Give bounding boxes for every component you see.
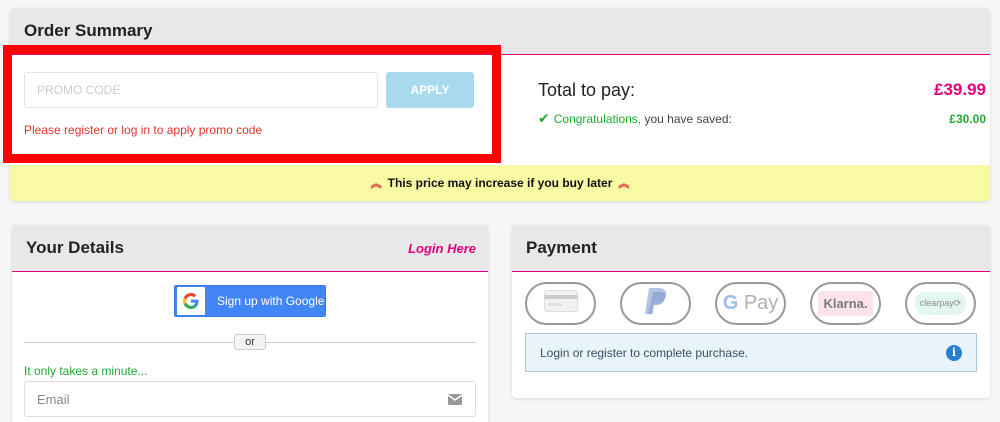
your-details-card: Your Details Login Here Sign up with Goo…	[12, 225, 488, 422]
double-chevron-up-icon: ︽	[618, 178, 630, 190]
envelope-icon	[447, 392, 463, 410]
google-pay-icon: G Pay	[722, 292, 779, 314]
congratulations-text: Congratulations,	[553, 112, 642, 126]
pay-google-pay-option[interactable]: G Pay	[715, 282, 786, 325]
pay-clearpay-option[interactable]: clearpay⟳	[905, 282, 976, 325]
payment-info-text: Login or register to complete purchase.	[540, 345, 749, 360]
saved-amount: £30.00	[949, 111, 986, 126]
total-label: Total to pay:	[538, 79, 636, 100]
pay-paypal-option[interactable]	[620, 282, 691, 325]
saved-text: you have saved:	[641, 112, 732, 126]
klarna-icon: Klarna.	[818, 291, 873, 316]
pay-card-option[interactable]	[525, 282, 596, 325]
clearpay-icon: clearpay⟳	[914, 292, 967, 315]
email-field[interactable]	[24, 381, 476, 417]
payment-methods: G Pay Klarna. clearpay⟳	[525, 282, 976, 325]
payment-header: Payment	[512, 225, 990, 272]
payment-title: Payment	[526, 238, 597, 257]
or-separator: or	[234, 334, 266, 350]
order-summary-card: Order Summary APPLY Please register or l…	[10, 8, 990, 201]
order-summary-title: Order Summary	[24, 21, 153, 40]
info-icon: i	[946, 344, 962, 361]
google-signup-button[interactable]: Sign up with Google	[174, 285, 326, 317]
your-details-header: Your Details Login Here	[12, 225, 488, 272]
paypal-icon	[643, 286, 669, 321]
credit-card-icon	[543, 290, 578, 317]
apply-promo-button[interactable]: APPLY	[386, 72, 474, 108]
google-signup-label: Sign up with Google	[217, 294, 325, 308]
total-section: Total to pay: £39.99 ✔ Congratulations, y…	[538, 80, 986, 127]
price-warning-bar: ︽ This price may increase if you buy lat…	[10, 165, 990, 201]
promo-error-message: Please register or log in to apply promo…	[24, 123, 263, 137]
checkmark-icon: ✔	[538, 110, 550, 126]
total-value: £39.99	[934, 80, 986, 99]
promo-code-input[interactable]	[24, 72, 378, 108]
login-here-link[interactable]: Login Here	[408, 241, 476, 256]
signup-hint: It only takes a minute...	[24, 364, 148, 378]
promo-code-section: APPLY Please register or log in to apply…	[10, 55, 500, 165]
double-chevron-up-icon: ︽	[370, 178, 382, 190]
payment-info-alert: Login or register to complete purchase. …	[525, 333, 977, 372]
your-details-title: Your Details	[26, 238, 124, 257]
google-icon	[177, 287, 205, 315]
pay-klarna-option[interactable]: Klarna.	[810, 282, 881, 325]
price-warning-text: This price may increase if you buy later	[387, 176, 613, 190]
payment-card: Payment G Pay Klarna. clearpay⟳ Login or…	[512, 225, 990, 398]
order-summary-header: Order Summary	[10, 8, 990, 55]
